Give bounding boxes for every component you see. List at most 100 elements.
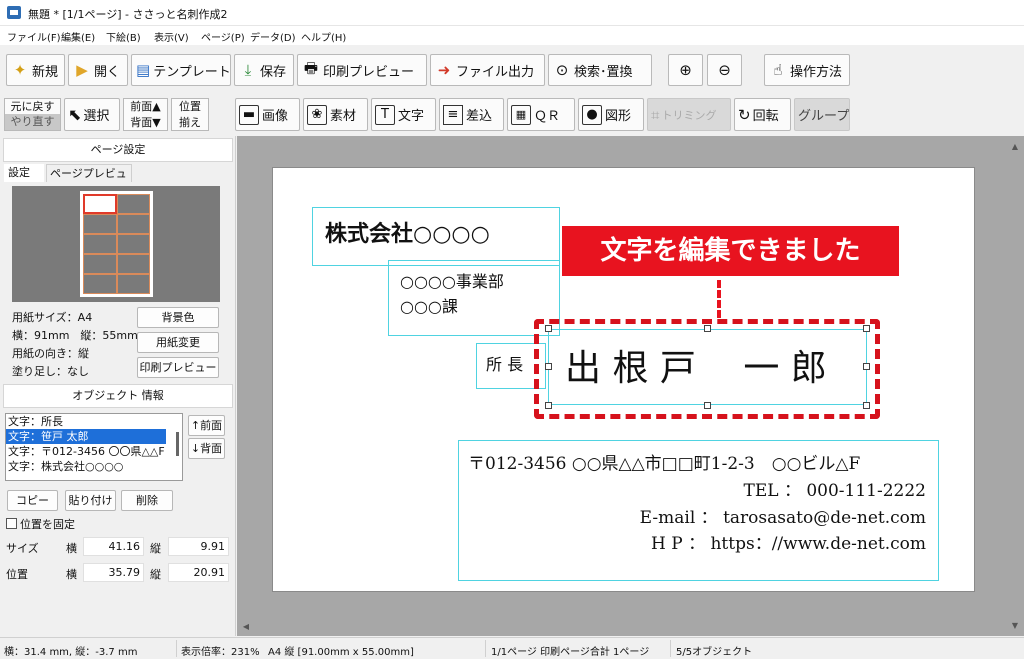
bring-front-button[interactable]: 前面▲ bbox=[124, 99, 167, 115]
delete-button[interactable]: 削除 bbox=[121, 490, 173, 511]
qr-button[interactable]: ▦ ＱＲ bbox=[507, 98, 575, 131]
scroll-left-icon[interactable]: ◀ bbox=[240, 622, 252, 634]
list-item[interactable]: 文字：株式会社○○○○ bbox=[6, 459, 182, 474]
open-button[interactable]: ▶ 開く bbox=[68, 54, 128, 86]
back-button[interactable]: ↓背面 bbox=[188, 438, 225, 459]
undo-redo-group: 元に戻す やり直す bbox=[4, 98, 61, 131]
card-slot-active bbox=[83, 194, 117, 214]
paper-size-text: 用紙サイズ：A4 bbox=[12, 311, 93, 324]
person-name: 出 根 戸 一 郎 bbox=[565, 348, 827, 389]
paper-thumbnail bbox=[80, 191, 153, 297]
tab-page-preview[interactable]: ページプレビュー bbox=[46, 164, 132, 198]
search-replace-button[interactable]: ⊙ 検索･置換 bbox=[548, 54, 652, 86]
change-paper-button[interactable]: 用紙変更 bbox=[137, 332, 219, 353]
copy-button[interactable]: コピー bbox=[7, 490, 58, 511]
address-text: 〒012-3456 ○○県△△市□□町1-2-3 ○○ビル△F bbox=[468, 454, 861, 474]
search-replace-label: 検索･置換 bbox=[574, 64, 633, 80]
resize-handle-tl[interactable] bbox=[545, 325, 552, 332]
pos-x-field[interactable]: 35.79 bbox=[83, 563, 144, 582]
template-button[interactable]: ▤ テンプレート bbox=[131, 54, 231, 86]
resize-handle-r[interactable] bbox=[863, 363, 870, 370]
list-item[interactable]: 文字：所長 bbox=[6, 414, 182, 429]
print-preview-button[interactable]: 🖶 印刷プレビュー bbox=[297, 54, 427, 86]
merge-button[interactable]: ≡ 差込 bbox=[439, 98, 504, 131]
trimming-button[interactable]: ⌗ トリミング bbox=[647, 98, 731, 131]
menu-help[interactable]: ヘルプ(H) bbox=[301, 29, 346, 44]
select-label: 選択 bbox=[83, 109, 110, 124]
list-scrollbar[interactable] bbox=[176, 432, 179, 456]
fix-position-checkbox[interactable] bbox=[6, 518, 17, 529]
send-back-button[interactable]: 背面▼ bbox=[124, 115, 167, 130]
status-divider bbox=[670, 640, 671, 657]
scroll-up-icon[interactable]: ▲ bbox=[1009, 142, 1021, 154]
card-slot bbox=[116, 254, 150, 274]
pos-y-field[interactable]: 20.91 bbox=[168, 563, 229, 582]
folder-icon: ▶ bbox=[76, 61, 88, 79]
resize-handle-t[interactable] bbox=[704, 325, 711, 332]
zoom-in-icon: ⊕ bbox=[679, 61, 692, 79]
undo-button[interactable]: 元に戻す bbox=[5, 99, 60, 114]
paste-button[interactable]: 貼り付け bbox=[65, 490, 116, 511]
business-card[interactable]: 株式会社○○○○ ○○○○事業部 ○○○課 文字を編集できました 所 長 出 根… bbox=[272, 167, 975, 592]
text-button[interactable]: T 文字 bbox=[371, 98, 436, 131]
card-slot bbox=[116, 274, 150, 294]
resize-handle-bl[interactable] bbox=[545, 402, 552, 409]
tab-settings[interactable]: 設定 bbox=[4, 164, 44, 182]
zoom-out-button[interactable]: ⊖ bbox=[707, 54, 742, 86]
status-divider bbox=[485, 640, 486, 657]
bleed-text: 塗り足し：なし bbox=[12, 365, 89, 378]
pos-x-label: 横 bbox=[66, 568, 77, 581]
select-button[interactable]: ⬉ 選択 bbox=[64, 98, 120, 131]
save-button[interactable]: ⤓ 保存 bbox=[234, 54, 294, 86]
card-slot bbox=[116, 234, 150, 254]
scroll-down-icon[interactable]: ▼ bbox=[1009, 621, 1021, 633]
shape-button[interactable]: ● 図形 bbox=[578, 98, 644, 131]
menu-sketch[interactable]: 下絵(B) bbox=[106, 29, 141, 44]
menu-bar: ファイル(F) 編集(E) 下絵(B) 表示(V) ページ(P) データ(D) … bbox=[0, 26, 1024, 45]
new-label: 新規 bbox=[32, 64, 59, 80]
trimming-label: トリミング bbox=[661, 108, 717, 122]
redo-button[interactable]: やり直す bbox=[5, 114, 60, 130]
menu-edit[interactable]: 編集(E) bbox=[61, 29, 95, 44]
file-output-button[interactable]: ➜ ファイル出力 bbox=[430, 54, 545, 86]
card-slot bbox=[83, 234, 117, 254]
group-button[interactable]: グループ bbox=[794, 98, 850, 131]
menu-file[interactable]: ファイル(F) bbox=[7, 29, 61, 44]
save-icon: ⤓ bbox=[244, 61, 252, 79]
qr-label: ＱＲ bbox=[534, 109, 561, 124]
print-preview-small-button[interactable]: 印刷プレビュー bbox=[137, 357, 219, 378]
tel-text: TEL ： 000-111-2222 bbox=[743, 481, 927, 501]
menu-page[interactable]: ページ(P) bbox=[201, 29, 245, 44]
front-button[interactable]: ↑前面 bbox=[188, 415, 225, 436]
title-bar: 無題 * [1/1ページ] - ささっと名刺作成2 bbox=[0, 0, 1024, 26]
qr-code-icon: ▦ bbox=[511, 104, 531, 125]
hand-pointer-icon: ☝ bbox=[773, 61, 783, 79]
list-item[interactable]: 文字：〒012-3456 〇〇県△△F bbox=[6, 444, 182, 459]
resize-handle-b[interactable] bbox=[704, 402, 711, 409]
list-item-selected[interactable]: 文字：笹戸 太郎 bbox=[6, 429, 166, 444]
object-list[interactable]: 文字：所長 文字：笹戸 太郎 文字：〒012-3456 〇〇県△△F 文字：株式… bbox=[5, 413, 183, 481]
menu-view[interactable]: 表示(V) bbox=[154, 29, 189, 44]
new-file-icon: ✦ bbox=[13, 61, 27, 79]
align-button[interactable]: 位置 揃え bbox=[171, 98, 209, 131]
rotate-button[interactable]: ↻ 回転 bbox=[734, 98, 791, 131]
resize-handle-br[interactable] bbox=[863, 402, 870, 409]
resize-handle-tr[interactable] bbox=[863, 325, 870, 332]
size-height-label: 縦 bbox=[150, 542, 161, 555]
image-button[interactable]: ▬ 画像 bbox=[235, 98, 300, 131]
bg-color-button[interactable]: 背景色 bbox=[137, 307, 219, 328]
object-count: 5/5オブジェクト bbox=[676, 647, 753, 658]
zoom-out-icon: ⊖ bbox=[718, 61, 731, 79]
menu-data[interactable]: データ(D) bbox=[250, 29, 296, 44]
email-text: E-mail ： tarosasato@de-net.com bbox=[639, 508, 926, 528]
resize-handle-l[interactable] bbox=[545, 363, 552, 370]
size-width-field[interactable]: 41.16 bbox=[83, 537, 144, 556]
new-button[interactable]: ✦ 新規 bbox=[6, 54, 65, 86]
size-height-field[interactable]: 9.91 bbox=[168, 537, 229, 556]
status-divider bbox=[176, 640, 177, 657]
horizontal-scrollbar[interactable] bbox=[237, 620, 1024, 636]
material-button[interactable]: ❀ 素材 bbox=[303, 98, 368, 131]
text-label: 文字 bbox=[398, 109, 425, 124]
how-to-button[interactable]: ☝ 操作方法 bbox=[764, 54, 850, 86]
zoom-in-button[interactable]: ⊕ bbox=[668, 54, 703, 86]
